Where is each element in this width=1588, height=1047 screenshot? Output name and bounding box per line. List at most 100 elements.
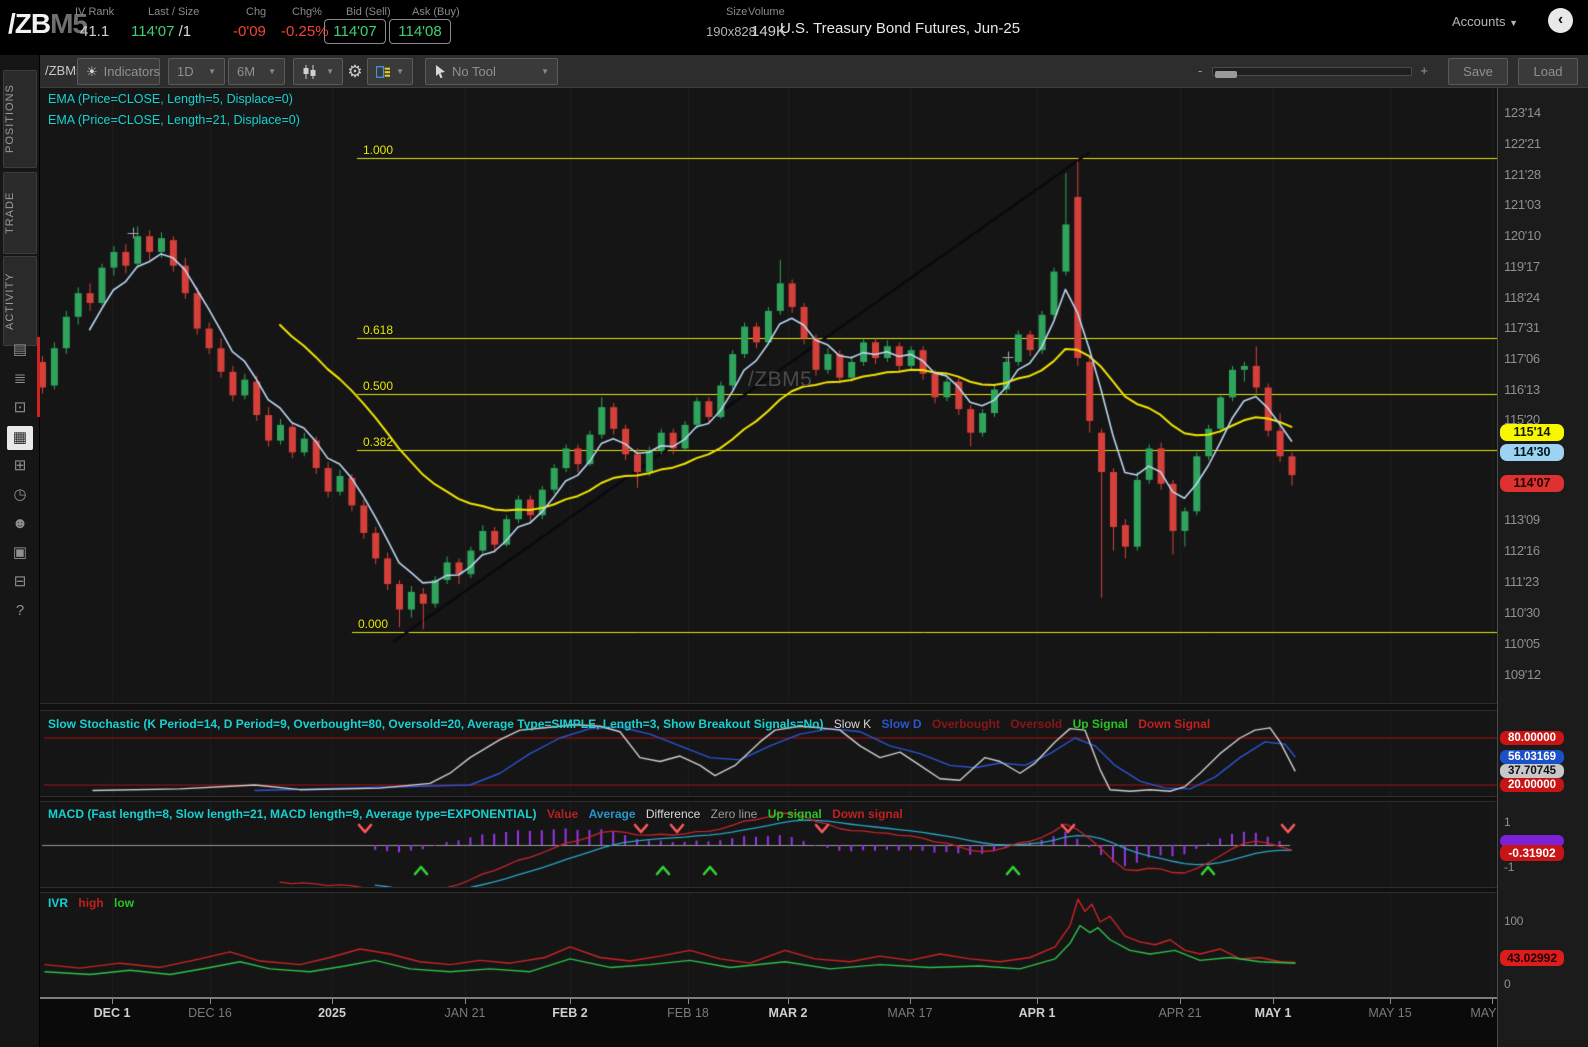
range-dropdown[interactable]: 6M ▼: [228, 58, 285, 85]
watchlist-icon[interactable]: ≣: [0, 366, 40, 392]
chart-watermark: /ZBM5: [748, 368, 813, 391]
time-axis-tick: [788, 999, 789, 1004]
ask-button[interactable]: 114'08: [389, 19, 451, 44]
save-button[interactable]: Save: [1448, 58, 1508, 85]
layout-grid-icon: [376, 65, 391, 78]
price-axis-label: 110'30: [1504, 605, 1540, 620]
time-axis-label: APR 1: [1018, 1006, 1056, 1020]
time-axis-tick: [1492, 999, 1493, 1004]
size-value: 190x828: [706, 24, 756, 39]
time-axis-label: MAR 2: [768, 1006, 808, 1020]
stochastic-title: Slow Stochastic (K Period=14, D Period=9…: [48, 717, 824, 731]
accounts-dropdown[interactable]: Accounts ▼: [1452, 14, 1518, 29]
legend-down-signal: Down Signal: [1138, 717, 1211, 731]
stochastic-panel-header: Slow Stochastic (K Period=14, D Period=9…: [48, 717, 1217, 731]
chart-type-dropdown[interactable]: ▼: [293, 58, 343, 85]
legend-ivr-low: low: [114, 896, 135, 910]
time-axis-label: MAR 17: [887, 1006, 933, 1020]
ivr-value-badge: 43.02992: [1500, 950, 1564, 966]
load-button[interactable]: Load: [1518, 58, 1578, 85]
chg-pct-value: -0.25%: [281, 23, 329, 40]
price-axis-label: 110'05: [1504, 636, 1540, 651]
time-axis-tick: [332, 999, 333, 1004]
chevron-down-icon: ▼: [541, 67, 549, 76]
price-axis-label: 112'16: [1504, 543, 1540, 558]
price-axis-label: 118'24: [1504, 290, 1540, 305]
drawing-tool-dropdown[interactable]: No Tool ▼: [425, 58, 558, 85]
price-axis-label: 123'14: [1504, 105, 1541, 120]
zoom-in-button[interactable]: +: [1420, 63, 1428, 78]
zoom-slider-handle[interactable]: [1215, 71, 1237, 78]
ema21-study-label: EMA (Price=CLOSE, Length=21, Displace=0): [48, 113, 300, 127]
legend-up-signal: Up Signal: [1072, 717, 1128, 731]
indicators-button[interactable]: ☀ Indicators: [77, 58, 160, 85]
chart-region: EMA (Price=CLOSE, Length=5, Displace=0) …: [40, 88, 1514, 1047]
chg-label: Chg: [246, 6, 267, 18]
left-sidebar: POSITIONS TRADE ACTIVITY ▤ ≣ ⊡ ▦ ⊞ ◷ ☻ ▣ ⊟?: [0, 55, 40, 1047]
iv-rank-value: 41.1: [80, 23, 110, 40]
zoom-out-button[interactable]: -: [1198, 63, 1202, 78]
legend-macd-down-signal: Down signal: [832, 807, 903, 821]
macd-value-badge: -0.31902: [1500, 845, 1564, 861]
sidebar-tab-trade[interactable]: TRADE: [3, 172, 37, 254]
price-axis-label: 109'12: [1504, 667, 1541, 682]
panel-axis-label: 0: [1504, 977, 1511, 991]
zoom-slider[interactable]: - +: [1198, 63, 1428, 78]
size-label: Size: [726, 6, 748, 18]
indicator-burst-icon: ☀: [86, 63, 98, 79]
chart-tab-icon[interactable]: ▤: [0, 337, 40, 363]
panel-divider[interactable]: [40, 703, 1497, 711]
chevron-down-icon: ▼: [268, 67, 276, 76]
chevron-down-icon: ▼: [1509, 18, 1519, 28]
calendar-icon[interactable]: ▣: [0, 540, 40, 566]
time-axis-tick: [1037, 999, 1038, 1004]
price-axis-label: 111'23: [1504, 574, 1539, 589]
collapse-panel-button[interactable]: ‹: [1548, 8, 1573, 33]
education-icon[interactable]: ⊟: [0, 569, 40, 595]
price-axis-label: 119'17: [1504, 259, 1540, 274]
contacts-icon[interactable]: ☻: [0, 511, 40, 537]
trading-platform-window: /ZBM5 IV Rank 41.1 Last / Size 114'07 /1…: [0, 0, 1588, 1047]
macd-title: MACD (Fast length=8, Slow length=21, MAC…: [48, 807, 537, 821]
sidebar-tab-positions[interactable]: POSITIONS: [3, 70, 37, 168]
candlestick-icon: [303, 64, 316, 79]
time-axis-tick: [112, 999, 113, 1004]
ask-label: Ask (Buy): [412, 6, 460, 18]
legend-macd-value: Value: [546, 807, 579, 821]
history-clock-icon[interactable]: ◷: [0, 482, 40, 508]
price-axis[interactable]: 123'14 122'21 121'28 121'03 120'10 119'17 118'…: [1497, 88, 1588, 1047]
bid-button[interactable]: 114'07: [324, 19, 386, 44]
contract-title: U.S. Treasury Bond Futures, Jun-25: [780, 20, 1021, 37]
ivr-panel-canvas[interactable]: [40, 893, 1497, 997]
chevron-down-icon: ▼: [326, 67, 334, 76]
volume-label: Volume: [748, 6, 785, 18]
apps-grid-icon[interactable]: ⊞: [0, 453, 40, 479]
time-axis[interactable]: DEC 1 DEC 16 2025 JAN 21 FEB 2 FEB 18 MAR 2 MAR…: [40, 997, 1514, 1047]
sidebar-tab-activity[interactable]: ACTIVITY: [3, 256, 37, 346]
main-chart-canvas[interactable]: [40, 88, 1497, 703]
ivr-title: IVR: [48, 896, 69, 910]
time-axis-label: APR 21: [1158, 1006, 1202, 1020]
legend-macd-average: Average: [588, 807, 636, 821]
gear-icon[interactable]: ⚙: [343, 58, 367, 85]
period-dropdown[interactable]: 1D ▼: [168, 58, 225, 85]
time-axis-label: FEB 18: [667, 1006, 709, 1020]
zoom-slider-track[interactable]: [1212, 67, 1412, 78]
help-icon[interactable]: ?: [0, 598, 40, 624]
legend-slow-d: Slow D: [881, 717, 922, 731]
layout-dropdown[interactable]: ▼: [367, 58, 413, 85]
chevron-down-icon: ▼: [208, 67, 216, 76]
panel-axis-label: -1: [1504, 860, 1515, 874]
price-axis-label: 113'09: [1504, 512, 1540, 527]
time-axis-label: FEB 2: [552, 1006, 588, 1020]
panel-divider[interactable]: [40, 796, 1497, 802]
time-axis-tick: [688, 999, 689, 1004]
time-axis-tick: [1273, 999, 1274, 1004]
time-axis-label: MAY 1: [1254, 1006, 1292, 1020]
grid-charts-icon[interactable]: ▦: [7, 426, 33, 450]
cursor-pointer-icon: [436, 65, 445, 79]
fib-level-label: 0.618: [363, 323, 394, 337]
price-axis-label: 120'10: [1504, 228, 1541, 243]
monitor-icon[interactable]: ⊡: [0, 395, 40, 421]
legend-macd-difference: Difference: [645, 807, 701, 821]
